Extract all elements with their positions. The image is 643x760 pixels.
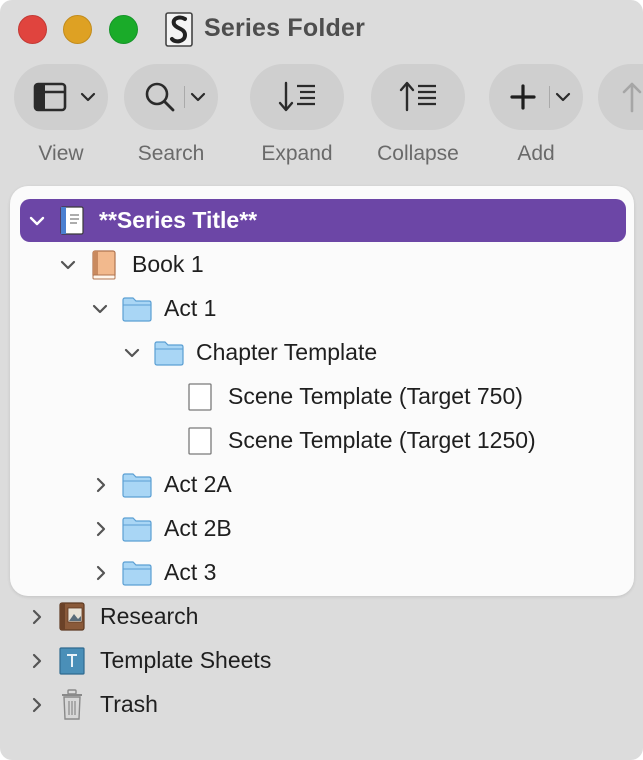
- disclosure-collapsed-icon[interactable]: [28, 652, 46, 670]
- disclosure-expanded-icon[interactable]: [28, 212, 46, 230]
- act-2b-label: Act 2B: [164, 514, 232, 541]
- collapse-button[interactable]: [371, 64, 465, 130]
- folder-icon: [122, 473, 152, 498]
- disclosure-expanded-icon[interactable]: [59, 256, 77, 274]
- disclosure-collapsed-icon[interactable]: [92, 476, 110, 494]
- app-window: Series Folder View Search Expand Collaps…: [0, 0, 643, 760]
- split-divider: [549, 86, 550, 108]
- split-divider: [184, 86, 185, 108]
- template-sheets-icon: [59, 647, 85, 675]
- document-icon: [60, 206, 84, 235]
- disclosure-expanded-icon[interactable]: [123, 344, 141, 362]
- folder-icon: [122, 297, 152, 322]
- collapse-arrow-icon: [399, 81, 436, 112]
- view-label: View: [38, 142, 84, 165]
- disclosure-expanded-icon[interactable]: [91, 300, 109, 318]
- close-window-button[interactable]: [18, 15, 47, 44]
- binder-item-research[interactable]: Research: [100, 594, 198, 638]
- scene-template-1250-label: Scene Template (Target 1250): [228, 426, 536, 453]
- expand-label: Expand: [261, 142, 333, 165]
- chevron-down-icon: [555, 92, 571, 102]
- expand-arrow-icon: [278, 81, 315, 112]
- add-label: Add: [517, 142, 555, 165]
- binder-item-label: **Series Title**: [99, 198, 257, 242]
- binder-item-act-3[interactable]: Act 3: [164, 550, 216, 594]
- folder-icon: [154, 341, 184, 366]
- binder-item-act-2b[interactable]: Act 2B: [164, 506, 232, 550]
- collapse-label: Collapse: [377, 142, 459, 165]
- binder-item-act-2a[interactable]: Act 2A: [164, 462, 232, 506]
- search-label: Search: [137, 142, 205, 165]
- plus-icon: [510, 84, 536, 110]
- series-title-label: **Series Title**: [99, 206, 258, 233]
- binder-item-book-1[interactable]: Book 1: [132, 242, 204, 286]
- binder-item-scene-template-750[interactable]: Scene Template (Target 750): [228, 374, 523, 418]
- act-1-label: Act 1: [164, 294, 217, 321]
- disclosure-collapsed-icon[interactable]: [28, 608, 46, 626]
- folder-icon: [122, 561, 152, 586]
- disclosure-collapsed-icon[interactable]: [28, 696, 46, 714]
- minimize-window-button[interactable]: [63, 15, 92, 44]
- add-button[interactable]: [489, 64, 583, 130]
- binder-item-act-1[interactable]: Act 1: [164, 286, 216, 330]
- act-2a-label: Act 2A: [164, 470, 232, 497]
- binder-item-template-sheets[interactable]: Template Sheets: [100, 638, 271, 682]
- binder-item-chapter-template[interactable]: Chapter Template: [196, 330, 377, 374]
- disclosure-collapsed-icon[interactable]: [92, 564, 110, 582]
- research-icon: [59, 602, 85, 631]
- disclosure-collapsed-icon[interactable]: [92, 520, 110, 538]
- folder-icon: [122, 517, 152, 542]
- chapter-template-label: Chapter Template: [196, 338, 378, 365]
- magnifier-icon: [145, 82, 175, 112]
- view-button[interactable]: [14, 64, 108, 130]
- move-up-button[interactable]: [598, 64, 643, 130]
- scrivener-app-icon: [165, 12, 193, 47]
- blank-page-icon: [188, 427, 212, 455]
- research-label: Research: [100, 602, 199, 629]
- window-title: Series Folder: [204, 14, 365, 42]
- book-icon: [92, 250, 116, 280]
- sidebar-layout-icon: [33, 82, 67, 112]
- chevron-down-icon: [80, 92, 96, 102]
- expand-button[interactable]: [250, 64, 344, 130]
- zoom-window-button[interactable]: [109, 15, 138, 44]
- binder-item-scene-template-1250[interactable]: Scene Template (Target 1250): [228, 418, 536, 462]
- blank-page-icon: [188, 383, 212, 411]
- book-1-label: Book 1: [132, 250, 204, 277]
- search-button[interactable]: [124, 64, 218, 130]
- binder-item-trash[interactable]: Trash: [100, 682, 158, 726]
- trash-label: Trash: [100, 690, 158, 717]
- scene-template-750-label: Scene Template (Target 750): [228, 382, 523, 409]
- chevron-down-icon: [190, 92, 206, 102]
- trash-icon: [62, 689, 82, 720]
- arrow-up-icon: [622, 82, 642, 113]
- act-3-label: Act 3: [164, 558, 217, 585]
- template-sheets-label: Template Sheets: [100, 646, 272, 673]
